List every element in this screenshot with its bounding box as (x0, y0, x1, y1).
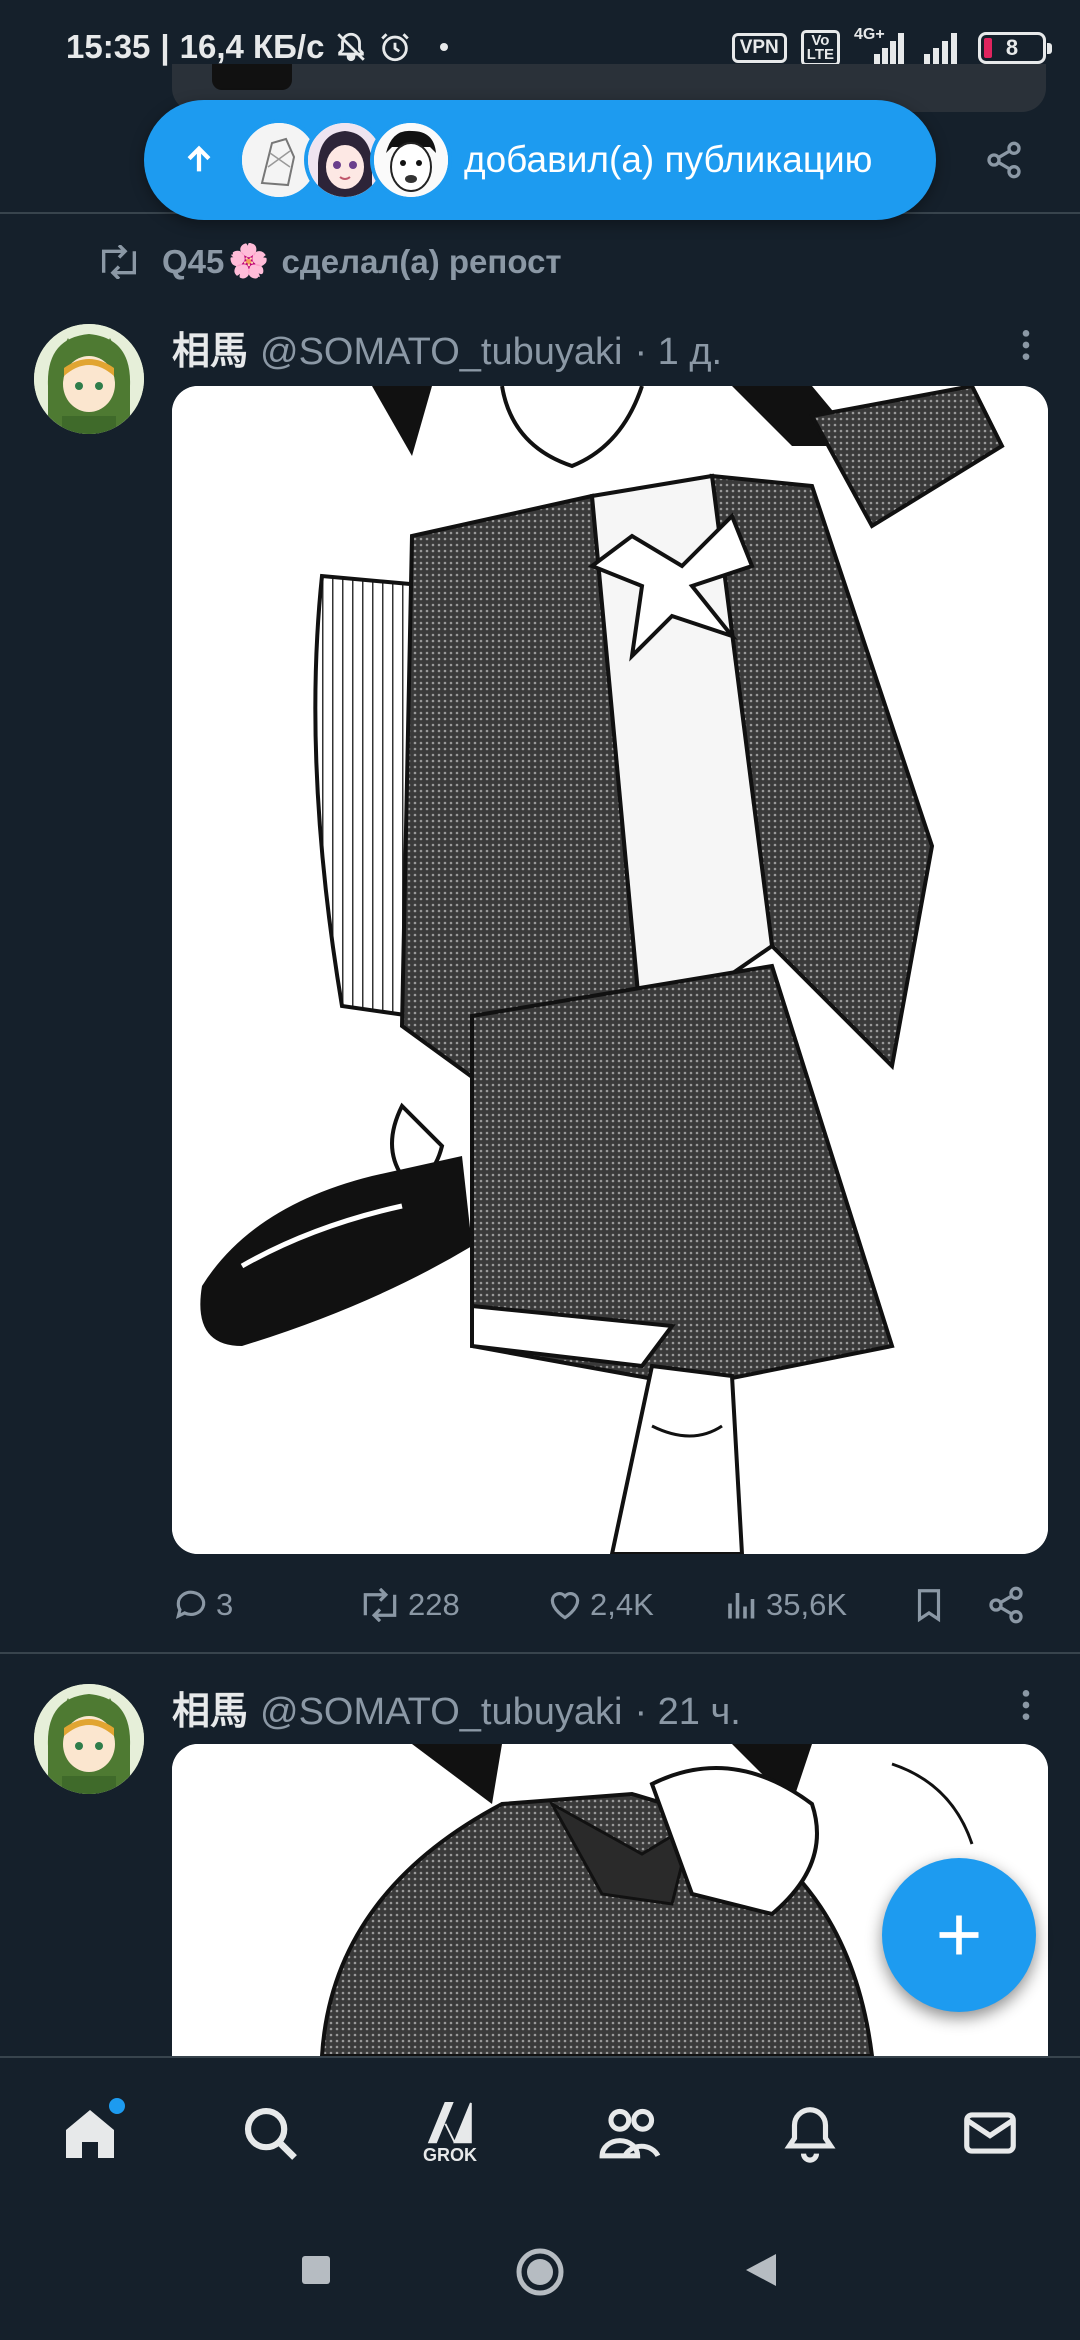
signal-icon (924, 33, 957, 64)
system-navigation-bar (0, 2206, 1080, 2340)
repost-button[interactable]: 228 (358, 1587, 460, 1623)
battery-icon: 8 (978, 32, 1052, 64)
notifications-icon (784, 2107, 836, 2163)
recents-button[interactable] (300, 2254, 332, 2286)
tweet-header: 相馬 @SOMATO_tubuyaki · 21 ч. (172, 1680, 741, 1735)
bookmark-icon (917, 1589, 941, 1623)
heart-icon (550, 1592, 580, 1620)
plus-icon (939, 1915, 979, 1955)
repost-banner[interactable]: Q45 🌸 сделал(а) репост (96, 242, 562, 281)
status-right: VPN Vo LTE 4G+ 8 (731, 26, 1052, 66)
repost-user: Q45 (162, 242, 225, 280)
views-button[interactable]: 35,6K (724, 1587, 847, 1623)
nav-messages[interactable] (955, 2102, 1025, 2172)
avatar (370, 119, 452, 201)
new-posts-pill[interactable]: добавил(а) публикацию (144, 100, 936, 220)
tweet-author-name[interactable]: 相馬 (172, 320, 248, 375)
status-network-speed: 16,4 КБ/с (179, 28, 325, 65)
arrow-up-icon (187, 145, 211, 172)
grok-icon (427, 2102, 472, 2144)
reply-button[interactable]: 3 (172, 1586, 233, 1624)
home-system-button[interactable] (514, 2246, 566, 2298)
share-icon (989, 1586, 1023, 1624)
reply-icon (175, 1590, 206, 1620)
views-count: 35,6K (766, 1587, 848, 1622)
back-button[interactable] (744, 2252, 778, 2288)
like-count: 2,4K (590, 1587, 654, 1622)
manga-illustration (172, 386, 1048, 1554)
repost-count: 228 (408, 1587, 460, 1622)
dot-icon (440, 43, 449, 51)
grok-label: GROK (423, 2145, 477, 2165)
nav-home[interactable] (55, 2096, 127, 2172)
vpn-badge: VPN (731, 33, 787, 63)
nav-grok[interactable]: GROK (415, 2096, 485, 2166)
share-button[interactable] (986, 1585, 1026, 1625)
volte-badge: Vo LTE (800, 30, 840, 66)
mute-bell-icon (337, 32, 366, 62)
status-left: 15:35 | 16,4 КБ/с (66, 28, 449, 66)
divider (0, 1652, 1080, 1654)
nav-communities[interactable] (595, 2102, 665, 2172)
avatar[interactable] (34, 1684, 144, 1794)
views-icon (728, 1593, 755, 1619)
repost-emoji: 🌸 (228, 242, 270, 279)
tweet-header: 相馬 @SOMATO_tubuyaki · 1 д. (172, 320, 722, 375)
more-options-icon[interactable] (1006, 325, 1046, 365)
notification-dot (107, 2096, 127, 2116)
tweet-actions: 3 228 2,4K 35,6K (172, 1582, 1048, 1628)
bookmark-button[interactable] (910, 1585, 948, 1625)
alarm-icon (381, 33, 410, 62)
repost-text: сделал(а) репост (281, 242, 562, 280)
nav-search[interactable] (235, 2102, 305, 2172)
messages-icon (964, 2112, 1016, 2154)
bottom-navigation: GROK (0, 2056, 1080, 2208)
repost-icon (101, 244, 137, 279)
communities-icon (599, 2108, 661, 2159)
compose-button[interactable] (882, 1858, 1036, 2012)
share-icon[interactable] (984, 140, 1024, 180)
repost-icon (363, 1588, 397, 1622)
search-icon (244, 2107, 297, 2160)
signal-4g-icon: 4G+ (854, 26, 908, 66)
new-posts-avatars (238, 119, 452, 201)
tweet-time: · 21 ч. (634, 1691, 741, 1733)
tweet-author-name[interactable]: 相馬 (172, 1680, 248, 1735)
reply-count: 3 (216, 1587, 234, 1622)
nav-notifications[interactable] (775, 2102, 845, 2172)
tweet-author-handle[interactable]: @SOMATO_tubuyaki (260, 331, 622, 374)
status-time: 15:35 (66, 28, 151, 65)
tweet-time: · 1 д. (634, 331, 723, 373)
like-button[interactable]: 2,4K (546, 1586, 654, 1624)
avatar[interactable] (34, 324, 144, 434)
more-options-icon[interactable] (1006, 1685, 1046, 1725)
tweet-media-image[interactable] (172, 386, 1048, 1554)
tweet-author-handle[interactable]: @SOMATO_tubuyaki (260, 1691, 622, 1734)
new-posts-label: добавил(а) публикацию (464, 139, 873, 180)
